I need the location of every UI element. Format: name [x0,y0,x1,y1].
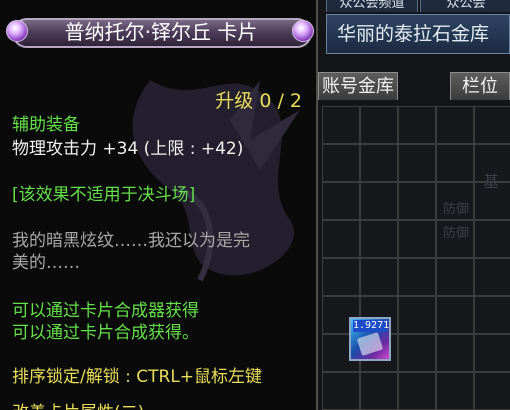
side-text-defense-1: 防御 [443,202,470,217]
storage-grid [322,106,510,410]
storage-slot[interactable] [360,106,398,144]
upgrade-level: 升级 0 / 2 [215,90,302,112]
storage-slot[interactable] [360,144,398,182]
storage-slot[interactable] [360,220,398,258]
storage-slot[interactable] [436,296,474,334]
tooltip-title: 普纳托尔·铎尔丘 卡片 [64,20,258,44]
tab-guild-channel[interactable]: 众公会频道 [326,0,418,12]
storage-slot[interactable] [436,258,474,296]
storage-slot[interactable] [474,372,510,410]
storage-slot[interactable] [398,334,436,372]
storage-slot[interactable] [436,334,474,372]
obtain-method-line2: 可以通过卡片合成获得。 [12,323,199,343]
sort-lock-hint: 排序锁定/解锁 : CTRL+鼠标左键 [12,367,263,387]
tab-guild[interactable]: 众公会 [420,0,510,12]
orb-left-icon [6,20,28,42]
tooltip-header: 普纳托尔·铎尔丘 卡片 [0,12,316,52]
storage-slot[interactable] [398,372,436,410]
storage-window: 众公会频道 众公会 华丽的泰拉石金库 账号金库 栏位 基 防御 防御 [318,0,510,410]
storage-slot[interactable] [360,182,398,220]
storage-slot[interactable] [474,106,510,144]
storage-slot[interactable] [360,258,398,296]
card-glyph-icon [356,332,384,356]
storage-slot[interactable] [474,220,510,258]
top-tab-strip: 众公会频道 众公会 [326,0,510,12]
storage-slot[interactable] [474,334,510,372]
storage-slot[interactable] [398,144,436,182]
item-tooltip: 普纳托尔·铎尔丘 卡片 升级 0 / 2 辅助装备 物理攻击力 +34 (上限 … [0,0,318,410]
storage-slot[interactable] [322,106,360,144]
storage-slot[interactable] [398,182,436,220]
storage-slot[interactable] [322,144,360,182]
storage-slot[interactable] [322,258,360,296]
orb-right-icon [292,20,314,42]
restriction-note: [该效果不适用于决斗场] [12,185,196,205]
tab-account-storage[interactable]: 账号金库 [318,72,398,100]
storage-slot[interactable] [398,258,436,296]
storage-slot[interactable] [474,258,510,296]
storage-slot[interactable] [398,296,436,334]
storage-slot[interactable] [360,372,398,410]
storage-slot[interactable] [436,372,474,410]
side-text-defense-2: 防御 [443,226,470,241]
storage-title: 华丽的泰拉石金库 [326,14,510,54]
storage-slot[interactable] [398,106,436,144]
storage-slot[interactable] [322,182,360,220]
side-text-base: 基 [483,172,500,191]
storage-slot[interactable] [398,220,436,258]
storage-slot[interactable] [322,372,360,410]
storage-slot[interactable] [474,296,510,334]
storage-tab-row: 账号金库 栏位 [318,70,510,102]
storage-slot[interactable] [436,106,474,144]
item-category: 辅助装备 [12,115,80,135]
tab-slot[interactable]: 栏位 [450,72,510,100]
storage-slot[interactable] [436,144,474,182]
card-item-icon[interactable]: 1.9271 [349,317,391,361]
tooltip-cutoff-line: 改善卡片属性(二) [12,398,144,410]
stat-physical-attack: 物理攻击力 +34 (上限 : +42) [12,139,244,159]
storage-slot[interactable] [322,220,360,258]
item-count-badge: 1.9271 [353,320,390,332]
flavor-text-line2: 美的…… [12,253,80,273]
